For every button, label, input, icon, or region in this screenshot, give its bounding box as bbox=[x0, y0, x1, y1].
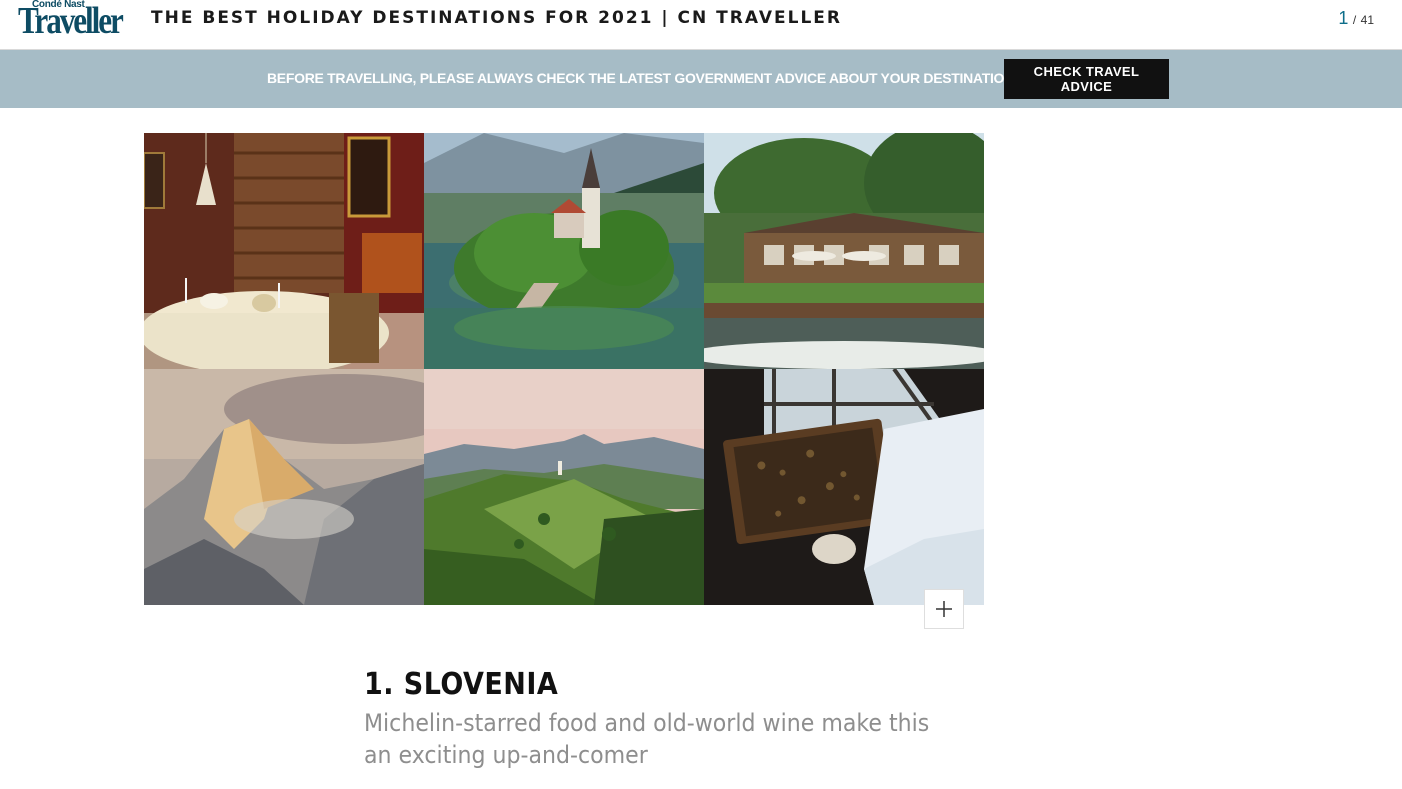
page-title: THE BEST HOLIDAY DESTINATIONS FOR 2021 |… bbox=[151, 8, 842, 28]
slide-description: Michelin-starred food and old-world wine… bbox=[364, 709, 930, 769]
expand-gallery-button[interactable] bbox=[924, 589, 964, 629]
slide-counter: 1 / 41 bbox=[1338, 8, 1374, 29]
photo-rolling-hills bbox=[424, 369, 704, 605]
traveller-logo[interactable]: Condé Nast Traveller bbox=[18, 0, 124, 42]
check-travel-advice-button[interactable]: CHECK TRAVEL ADVICE bbox=[1004, 59, 1169, 99]
photo-mountain-peak bbox=[144, 369, 424, 605]
logo-wordmark: Traveller bbox=[18, 0, 124, 42]
photo-lakeside-lodge bbox=[704, 133, 984, 369]
plus-icon bbox=[936, 601, 952, 617]
counter-current: 1 bbox=[1338, 8, 1349, 28]
slovenia-photo-collage[interactable] bbox=[144, 133, 984, 605]
slide-title: 1. SLOVENIA bbox=[364, 667, 559, 702]
photo-lake-bled bbox=[424, 133, 704, 369]
counter-separator: / bbox=[1352, 13, 1357, 27]
counter-total: 41 bbox=[1360, 13, 1374, 27]
advisory-text: BEFORE TRAVELLING, PLEASE ALWAYS CHECK T… bbox=[267, 70, 1014, 86]
photo-beekeeper bbox=[704, 369, 984, 605]
site-header: Condé Nast Traveller THE BEST HOLIDAY DE… bbox=[0, 0, 1402, 50]
travel-advisory-banner: BEFORE TRAVELLING, PLEASE ALWAYS CHECK T… bbox=[0, 50, 1402, 108]
photo-restaurant-interior bbox=[144, 133, 424, 369]
